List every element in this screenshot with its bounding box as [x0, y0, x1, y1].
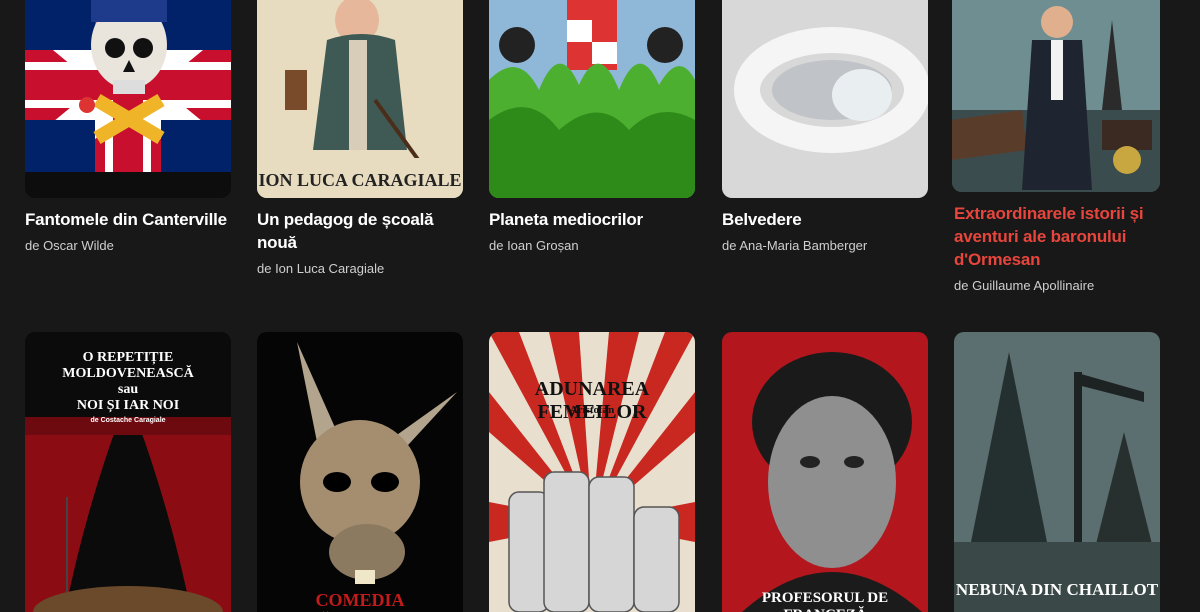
book-cover[interactable]	[489, 0, 695, 198]
cover-text: ADUNAREA FEMEILOR	[534, 378, 650, 423]
caricature-icon	[257, 0, 463, 198]
book-cover[interactable]: ADUNAREA FEMEILOR Aristofan	[489, 332, 695, 612]
book-cover[interactable]	[952, 0, 1160, 192]
book-card[interactable]: ION LUCA CARAGIALE Un pedagog de școală …	[257, 0, 463, 278]
eiffel-oil-pump-icon	[954, 332, 1160, 612]
cover-line: NOI ȘI IAR NOI	[76, 398, 180, 413]
book-author: de Ana-Maria Bamberger	[722, 238, 868, 253]
book-card[interactable]: COMEDIA MĂGARILOR	[257, 332, 463, 612]
mobius-ribbon-icon	[722, 0, 928, 198]
book-card[interactable]: Planeta mediocrilor de Ioan Groșan	[489, 0, 695, 255]
book-cover[interactable]: NEBUNA DIN CHAILLOT	[954, 332, 1160, 612]
book-cover[interactable]: O REPETIȚIE MOLDOVENEASCĂ sau NOI ȘI IAR…	[25, 332, 231, 612]
cover-text: ION LUCA CARAGIALE	[258, 170, 462, 190]
book-author: de Ioan Groșan	[489, 238, 579, 253]
book-title[interactable]: Un pedagog de școală nouă	[257, 208, 463, 254]
book-card[interactable]: ADUNAREA FEMEILOR Aristofan	[489, 332, 695, 612]
book-cover[interactable]: PROFESORUL DE FRANCEZĂ	[722, 332, 928, 612]
baron-eiffel-icon	[952, 0, 1160, 192]
book-title[interactable]: Belvedere	[722, 208, 928, 231]
raised-fists-icon	[489, 332, 695, 612]
cover-line: sau	[117, 382, 139, 397]
book-card[interactable]: NEBUNA DIN CHAILLOT	[954, 332, 1160, 612]
book-card[interactable]: Fantomele din Canterville de Oscar Wilde	[25, 0, 231, 255]
book-card[interactable]: Extraordinarele istorii și aventuri ale …	[952, 0, 1160, 295]
book-grid: Fantomele din Canterville de Oscar Wilde…	[0, 0, 1200, 612]
book-title[interactable]: Fantomele din Canterville	[25, 208, 231, 231]
book-cover[interactable]: COMEDIA MĂGARILOR	[257, 332, 463, 612]
rocket-grass-icon	[489, 0, 695, 198]
cover-text: PROFESORUL DE FRANCEZĂ	[761, 590, 889, 612]
book-author: de Guillaume Apollinaire	[954, 278, 1095, 293]
book-cover[interactable]: ION LUCA CARAGIALE	[257, 0, 463, 198]
cover-subtitle: de Costache Caragiale	[90, 417, 166, 424]
skull-flag-icon	[25, 0, 231, 198]
book-title[interactable]: Extraordinarele istorii și aventuri ale …	[954, 202, 1160, 271]
portrait-icon	[722, 332, 928, 612]
cover-text: COMEDIA MĂGARILOR	[302, 590, 418, 612]
book-card[interactable]: Belvedere de Ana-Maria Bamberger	[722, 0, 928, 255]
cover-text: O REPETIȚIE MOLDOVENEASCĂ sau NOI ȘI IAR…	[25, 350, 231, 428]
book-title[interactable]: Planeta mediocrilor	[489, 208, 695, 231]
book-author: de Oscar Wilde	[25, 238, 114, 253]
cover-line: O REPETIȚIE MOLDOVENEASCĂ	[62, 350, 194, 381]
book-card[interactable]: O REPETIȚIE MOLDOVENEASCĂ sau NOI ȘI IAR…	[25, 332, 231, 612]
cover-text: NEBUNA DIN CHAILLOT	[955, 580, 1159, 599]
book-card[interactable]: PROFESORUL DE FRANCEZĂ	[722, 332, 928, 612]
book-author: de Ion Luca Caragiale	[257, 261, 385, 276]
book-cover[interactable]	[25, 0, 231, 198]
donkey-mask-icon	[257, 332, 463, 612]
cover-subtitle: Aristofan	[569, 404, 615, 416]
book-cover[interactable]	[722, 0, 928, 198]
